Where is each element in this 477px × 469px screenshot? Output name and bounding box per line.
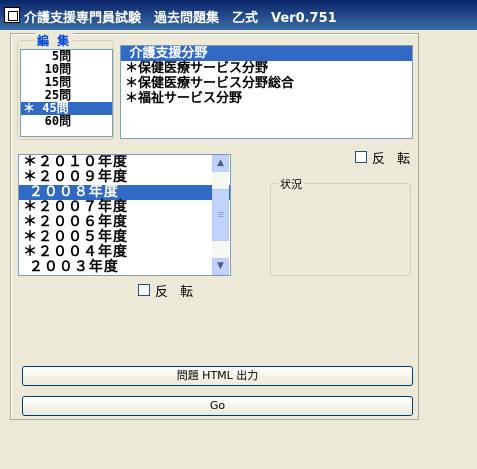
edit-group-label: 編 集: [35, 32, 74, 49]
field-item[interactable]: ＊保健医療サービス分野総合: [121, 76, 412, 91]
year-list[interactable]: ＊２０１０年度 ＊２００９年度 ２００８年度 ＊２００７年度 ＊２００６年度 ＊２００５…: [18, 154, 231, 276]
year-item[interactable]: ＊２０１０年度: [19, 155, 230, 170]
question-count-list[interactable]: 5問 10問 15問 25問＊ 45問 60問: [20, 49, 113, 137]
grip-icon: [218, 212, 224, 218]
html-output-button[interactable]: 問題 HTML 出力: [22, 366, 413, 386]
question-count-item[interactable]: 60問: [21, 115, 112, 128]
invert-checkbox-top[interactable]: [355, 151, 367, 163]
field-list[interactable]: 介護支援分野 ＊保健医療サービス分野 ＊保健医療サービス分野総合 ＊福祉サービス分野: [120, 45, 413, 139]
invert-label-bottom: 反 転: [155, 285, 198, 300]
field-item[interactable]: 介護支援分野: [121, 46, 412, 61]
year-item[interactable]: ＊２００６年度: [19, 215, 230, 230]
window-title: 介護支援専門員試験 過去問題集 乙式 Ver0.751: [24, 11, 337, 26]
field-item[interactable]: ＊保健医療サービス分野: [121, 61, 412, 76]
status-group-box: [270, 183, 411, 276]
invert-label-top: 反 転: [372, 152, 415, 167]
title-bar[interactable]: 介護支援専門員試験 過去問題集 乙式 Ver0.751: [0, 0, 477, 30]
app-icon[interactable]: [4, 7, 20, 23]
year-item[interactable]: ＊２００９年度: [19, 170, 230, 185]
year-item[interactable]: ＊２００５年度: [19, 230, 230, 245]
go-button[interactable]: Go: [22, 396, 413, 416]
scroll-thumb[interactable]: [212, 189, 229, 241]
year-item[interactable]: ２００３年度: [19, 260, 230, 275]
field-item[interactable]: ＊福祉サービス分野: [121, 91, 412, 106]
year-item[interactable]: ２００８年度: [19, 185, 230, 200]
invert-checkbox-bottom[interactable]: [138, 284, 150, 296]
year-item[interactable]: ＊２００７年度: [19, 200, 230, 215]
year-list-scrollbar[interactable]: ▲ ▼: [212, 155, 229, 275]
status-label: 状況: [278, 176, 304, 192]
scroll-down-icon[interactable]: ▼: [212, 258, 229, 275]
year-item[interactable]: ＊２００４年度: [19, 245, 230, 260]
scroll-up-icon[interactable]: ▲: [212, 155, 229, 172]
